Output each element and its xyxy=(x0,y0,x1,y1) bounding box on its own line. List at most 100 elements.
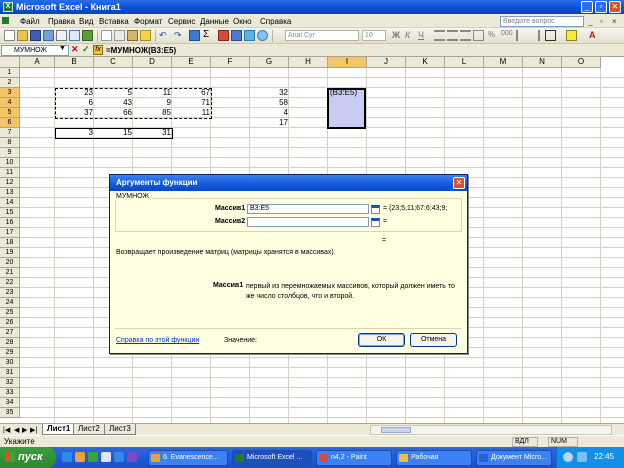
doc-minimize-button[interactable]: _ xyxy=(588,17,592,26)
cell-E4[interactable]: 71 xyxy=(173,98,212,108)
spelling-icon[interactable] xyxy=(82,30,93,41)
column-header-H[interactable]: H xyxy=(289,57,328,68)
first-sheet-icon[interactable]: |◀ xyxy=(3,426,10,434)
print-icon[interactable] xyxy=(56,30,67,41)
last-sheet-icon[interactable]: ▶| xyxy=(30,426,37,434)
row-header-5[interactable]: 5 xyxy=(0,108,20,118)
maximize-button[interactable]: ▫ xyxy=(595,1,607,13)
cell-G4[interactable]: 58 xyxy=(251,98,290,108)
column-header-J[interactable]: J xyxy=(367,57,406,68)
row-header-7[interactable]: 7 xyxy=(0,128,20,138)
row-header-21[interactable]: 21 xyxy=(0,268,20,278)
cut-icon[interactable] xyxy=(101,30,112,41)
merge-center-icon[interactable] xyxy=(473,30,484,41)
paste-icon[interactable] xyxy=(127,30,138,41)
italic-icon[interactable]: К xyxy=(405,30,416,41)
task-excel[interactable]: Microsoft Excel ... xyxy=(232,450,312,466)
cell-C4[interactable]: 43 xyxy=(95,98,134,108)
help-search-input[interactable]: Введите вопрос xyxy=(500,16,584,27)
cell-G3[interactable]: 32 xyxy=(251,88,290,98)
row-header-4[interactable]: 4 xyxy=(0,98,20,108)
quicklaunch-desktop-icon[interactable] xyxy=(101,452,111,462)
align-center-icon[interactable] xyxy=(447,30,458,41)
cancel-formula-icon[interactable]: ✕ xyxy=(71,44,79,55)
cell-C3[interactable]: 5 xyxy=(95,88,134,98)
row-header-15[interactable]: 15 xyxy=(0,208,20,218)
percent-icon[interactable]: 000 xyxy=(501,30,513,41)
cell-B7[interactable]: 3 xyxy=(56,128,95,138)
font-family-select[interactable]: Arial Cyr xyxy=(285,30,359,41)
row-header-13[interactable]: 13 xyxy=(0,188,20,198)
menu-file[interactable]: Файл xyxy=(20,17,40,26)
formula-input[interactable]: =МУМНОЖ(B3:E5) xyxy=(106,46,176,55)
row-header-17[interactable]: 17 xyxy=(0,228,20,238)
cell-E3[interactable]: 67 xyxy=(173,88,212,98)
horizontal-scrollbar[interactable] xyxy=(370,425,612,435)
column-header-M[interactable]: M xyxy=(484,57,523,68)
quicklaunch-ie-icon[interactable] xyxy=(62,452,72,462)
collapse-dialog-icon[interactable] xyxy=(371,205,380,214)
row-header-30[interactable]: 30 xyxy=(0,358,20,368)
row-header-1[interactable]: 1 xyxy=(0,68,20,78)
sort-desc-icon[interactable] xyxy=(231,30,242,41)
row-header-9[interactable]: 9 xyxy=(0,148,20,158)
doc-restore-button[interactable]: ▫ xyxy=(600,17,603,26)
quicklaunch-folder-icon[interactable] xyxy=(75,452,85,462)
row-header-26[interactable]: 26 xyxy=(0,318,20,328)
row-header-32[interactable]: 32 xyxy=(0,378,20,388)
menu-window[interactable]: Окно xyxy=(233,17,252,26)
row-header-12[interactable]: 12 xyxy=(0,178,20,188)
menu-tools[interactable]: Сервис xyxy=(168,17,195,26)
increase-indent-icon[interactable] xyxy=(529,30,540,41)
row-header-35[interactable]: 35 xyxy=(0,408,20,418)
row-header-34[interactable]: 34 xyxy=(0,398,20,408)
undo-icon[interactable]: ↶ xyxy=(159,30,170,41)
sheet-tab-2[interactable]: Лист2 xyxy=(73,424,105,435)
cell-B5[interactable]: 37 xyxy=(56,108,95,118)
autosum-icon[interactable]: Σ xyxy=(203,30,214,41)
menu-data[interactable]: Данные xyxy=(200,17,229,26)
font-color-icon[interactable]: A xyxy=(589,30,600,41)
close-button[interactable]: ✕ xyxy=(609,1,621,13)
collapse-dialog-icon[interactable] xyxy=(371,218,380,227)
insert-function-icon[interactable]: fx xyxy=(93,45,103,55)
task-word[interactable]: Документ Micro... xyxy=(476,450,552,466)
cell-I3[interactable]: (B3:E5) xyxy=(329,88,366,98)
quicklaunch-app-icon[interactable] xyxy=(127,452,137,462)
column-header-I[interactable]: I xyxy=(328,57,367,68)
row-header-23[interactable]: 23 xyxy=(0,288,20,298)
menu-insert[interactable]: Вставка xyxy=(99,17,129,26)
menu-format[interactable]: Формат xyxy=(134,17,162,26)
open-icon[interactable] xyxy=(17,30,28,41)
format-painter-icon[interactable] xyxy=(140,30,151,41)
decrease-indent-icon[interactable] xyxy=(516,30,527,41)
cell-B4[interactable]: 6 xyxy=(56,98,95,108)
sort-asc-icon[interactable] xyxy=(218,30,229,41)
column-header-F[interactable]: F xyxy=(211,57,250,68)
row-header-6[interactable]: 6 xyxy=(0,118,20,128)
cell-D7[interactable]: 31 xyxy=(134,128,173,138)
cell-D4[interactable]: 9 xyxy=(134,98,173,108)
dialog-close-button[interactable]: ✕ xyxy=(453,177,465,189)
row-header-3[interactable]: 3 xyxy=(0,88,20,98)
network-icon[interactable] xyxy=(577,452,587,462)
menu-view[interactable]: Вид xyxy=(79,17,93,26)
cell-E5[interactable]: 11 xyxy=(173,108,212,118)
row-header-27[interactable]: 27 xyxy=(0,328,20,338)
save-icon[interactable] xyxy=(30,30,41,41)
horizontal-scroll-thumb[interactable] xyxy=(381,427,411,433)
column-header-K[interactable]: K xyxy=(406,57,445,68)
fill-color-icon[interactable] xyxy=(566,30,577,41)
column-header-G[interactable]: G xyxy=(250,57,289,68)
borders-icon[interactable] xyxy=(545,30,556,41)
new-icon[interactable] xyxy=(4,30,15,41)
start-button[interactable]: пуск xyxy=(0,447,56,468)
row-header-11[interactable]: 11 xyxy=(0,168,20,178)
cell-B3[interactable]: 23 xyxy=(56,88,95,98)
chart-wizard-icon[interactable] xyxy=(244,30,255,41)
row-header-28[interactable]: 28 xyxy=(0,338,20,348)
row-header-16[interactable]: 16 xyxy=(0,218,20,228)
row-header-22[interactable]: 22 xyxy=(0,278,20,288)
redo-icon[interactable]: ↷ xyxy=(174,30,185,41)
sheet-tab-3[interactable]: Лист3 xyxy=(104,424,136,435)
